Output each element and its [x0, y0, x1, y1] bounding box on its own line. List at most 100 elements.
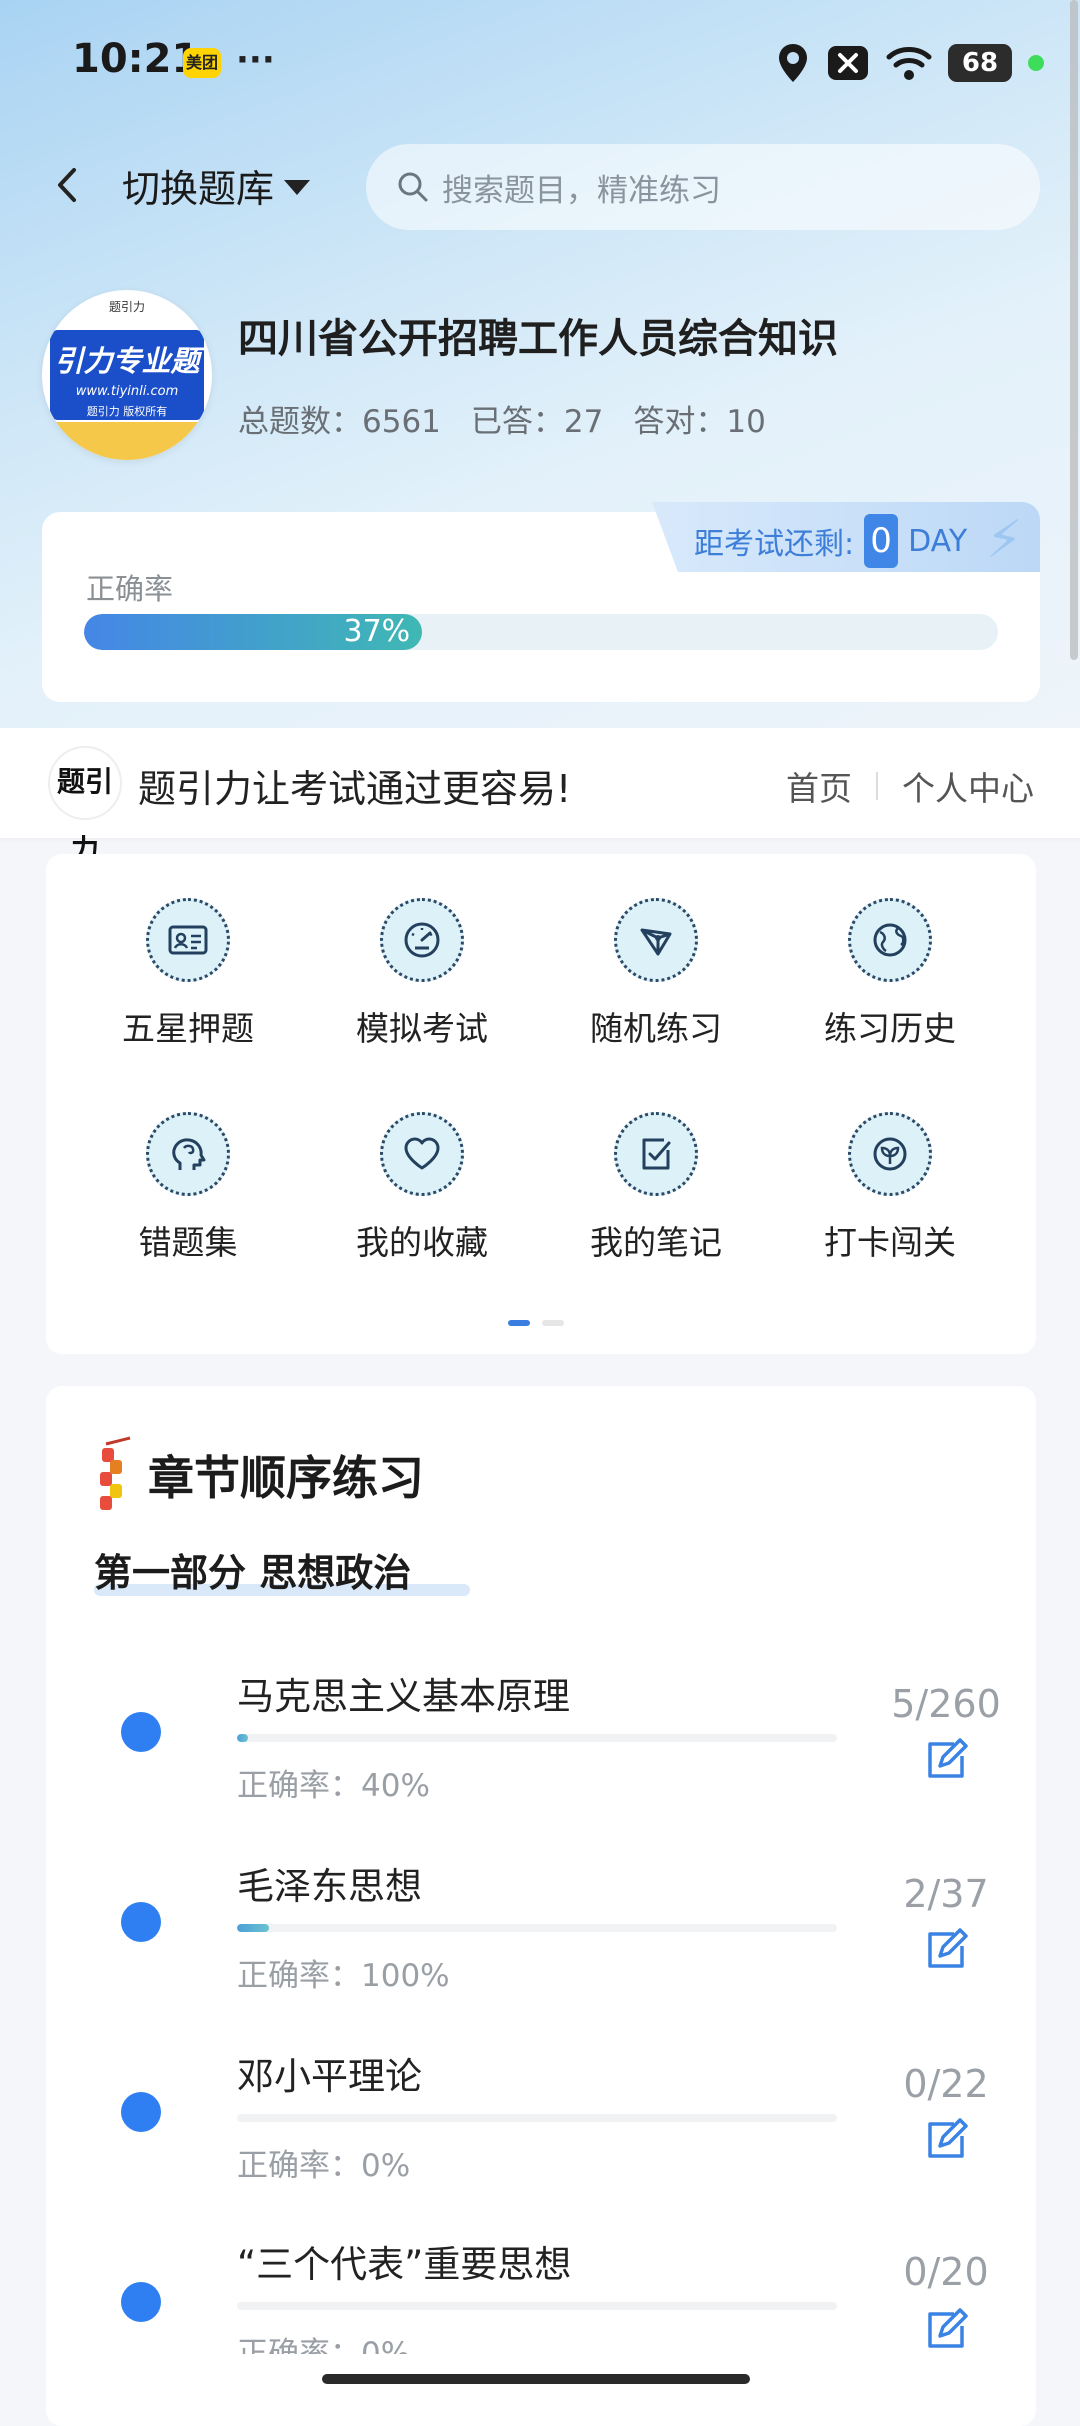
- network-icon: [640, 928, 672, 956]
- bank-stats: 总题数：6561 已答：27 答对：10: [238, 396, 766, 441]
- edit-icon[interactable]: [924, 1738, 968, 1782]
- bank-title: 四川省公开招聘工作人员综合知识: [238, 316, 838, 362]
- chapter-progress-fill: [237, 1734, 249, 1742]
- chapter-practice-heading: 章节顺序练习: [96, 1436, 424, 1514]
- countdown-unit: DAY: [908, 523, 968, 559]
- chapter-accuracy: 正确率：40%: [237, 1768, 430, 1804]
- exam-countdown: 距考试还剩: 0 DAY: [694, 514, 967, 568]
- lightning-icon: ⚡: [986, 510, 1023, 570]
- feature-label: 打卡闯关: [824, 1223, 956, 1262]
- feature-mock-exam[interactable]: 模拟考试: [322, 898, 522, 1050]
- correct-count: 答对：10: [633, 404, 766, 440]
- privacy-indicator-icon: [1028, 55, 1044, 71]
- back-arrow-icon[interactable]: [44, 160, 94, 210]
- feature-label: 随机练习: [590, 1009, 722, 1048]
- feature-history[interactable]: 练习历史: [790, 898, 990, 1050]
- status-time: 10:21: [72, 36, 200, 82]
- home-link[interactable]: 首页: [786, 762, 852, 810]
- feature-notes[interactable]: 我的笔记: [556, 1112, 756, 1264]
- chapter-accuracy: 正确率：0%: [237, 2148, 411, 2184]
- chapter-title: “三个代表”重要思想: [237, 2243, 572, 2286]
- chapter-count: 0/20: [903, 2250, 989, 2294]
- bank-logo-url: www.tiyinli.com: [75, 384, 179, 399]
- chapter-bullet: [121, 2282, 161, 2322]
- chapter-accuracy: 正确率：0%: [237, 2336, 411, 2354]
- search-input[interactable]: 搜索题目，精准练习: [366, 144, 1040, 230]
- switch-bank-label: 切换题库: [122, 167, 275, 211]
- status-bar: 10:21 美团 ··· 68: [0, 0, 1080, 120]
- head-icon: [172, 1138, 206, 1170]
- chapter-row[interactable]: 马克思主义基本原理 正确率：40% 5/260: [46, 1660, 1036, 1840]
- feature-five-star[interactable]: 五星押题: [88, 898, 288, 1050]
- edit-icon[interactable]: [924, 2118, 968, 2162]
- caret-down-icon: [284, 180, 311, 195]
- edit-icon[interactable]: [924, 1928, 968, 1972]
- chapter-progress-bar: [237, 1924, 837, 1932]
- feature-checkin[interactable]: 打卡闯关: [790, 1112, 990, 1264]
- search-placeholder: 搜索题目，精准练习: [442, 172, 721, 209]
- chapter-row[interactable]: 毛泽东思想 正确率：100% 2/37: [46, 1850, 1036, 2030]
- accuracy-label: 正确率: [86, 572, 174, 606]
- chapter-accuracy: 正确率：100%: [237, 1958, 450, 1994]
- firecracker-icon: [100, 1436, 131, 1510]
- chapter-bullet: [121, 2092, 161, 2132]
- leaf-icon: [873, 1137, 907, 1171]
- page-dot-active[interactable]: [508, 1320, 530, 1326]
- page-dot[interactable]: [542, 1320, 564, 1326]
- total-questions: 总题数：6561: [238, 404, 441, 440]
- chapter-row[interactable]: “三个代表”重要思想 正确率：0% 0/20: [46, 2228, 1036, 2354]
- heart-icon: [404, 1137, 440, 1170]
- chapter-row[interactable]: 邓小平理论 正确率：0% 0/22: [46, 2040, 1036, 2220]
- chapter-progress-fill: [237, 1924, 270, 1932]
- chapter-practice-title: 章节顺序练习: [148, 1451, 424, 1505]
- feature-wrong-questions[interactable]: 错题集: [88, 1112, 288, 1264]
- countdown-days: 0: [864, 514, 899, 568]
- bank-logo-copyright: 题引力 版权所有: [86, 405, 168, 418]
- chapter-bullet: [121, 1712, 161, 1752]
- brand-banner: 题引力 题引力让考试通过更容易! 首页 个人中心: [0, 728, 1080, 866]
- speedometer-icon: [404, 922, 440, 958]
- more-notifications-icon: ···: [236, 40, 275, 80]
- chapter-count: 5/260: [891, 1682, 1001, 1726]
- feature-label: 我的笔记: [590, 1223, 722, 1262]
- chapter-bullet: [121, 1902, 161, 1942]
- feature-favorites[interactable]: 我的收藏: [322, 1112, 522, 1264]
- feature-random-practice[interactable]: 随机练习: [556, 898, 756, 1050]
- home-indicator[interactable]: [322, 2374, 750, 2384]
- profile-link[interactable]: 个人中心: [902, 762, 1034, 810]
- switch-bank-button[interactable]: 切换题库: [122, 158, 311, 213]
- search-icon: [398, 172, 428, 202]
- page-indicator: [508, 1320, 564, 1326]
- chapter-progress-bar: [237, 2302, 837, 2310]
- bank-logo-title: 引力专业题: [54, 344, 200, 378]
- answered-count: 已答：27: [470, 404, 604, 440]
- accuracy-progress-bar: 37%: [84, 614, 998, 650]
- chapter-count: 2/37: [903, 1872, 989, 1916]
- feature-label: 模拟考试: [356, 1009, 488, 1048]
- top-nav: 切换题库 搜索题目，精准练习: [0, 140, 1080, 230]
- chapter-title: 马克思主义基本原理: [237, 1675, 570, 1718]
- chapter-title: 邓小平理论: [237, 2055, 422, 2098]
- feature-label: 错题集: [138, 1223, 238, 1262]
- question-bank-logo: 题引力 引力专业题 www.tiyinli.com 题引力 版权所有: [42, 290, 212, 460]
- edit-icon[interactable]: [924, 2308, 968, 2352]
- countdown-prefix: 距考试还剩:: [694, 527, 855, 562]
- chapter-count: 0/22: [903, 2062, 989, 2106]
- brand-logo: 题引力: [48, 746, 122, 866]
- bank-logo-brand: 题引力: [108, 300, 145, 314]
- link-divider: [876, 772, 878, 800]
- app-notification-icon: [828, 46, 868, 80]
- battery-indicator: 68: [948, 44, 1012, 82]
- note-check-icon: [642, 1138, 671, 1170]
- chapter-progress-bar: [237, 2114, 837, 2122]
- feature-label: 我的收藏: [356, 1223, 488, 1262]
- status-icons: 68: [776, 40, 1044, 86]
- accuracy-percent: 37%: [343, 614, 411, 649]
- globe-icon: [873, 923, 907, 957]
- chapter-progress-bar: [237, 1734, 837, 1742]
- meituan-notification-icon: 美团: [183, 48, 221, 78]
- feature-grid: 五星押题 模拟考试 随机练习 练习历史 错题集 我的收藏 我的笔记 打卡闯关: [46, 854, 1036, 1354]
- feature-label: 五星押题: [122, 1009, 254, 1048]
- brand-slogan: 题引力让考试通过更容易!: [138, 767, 572, 811]
- location-icon: [779, 44, 807, 82]
